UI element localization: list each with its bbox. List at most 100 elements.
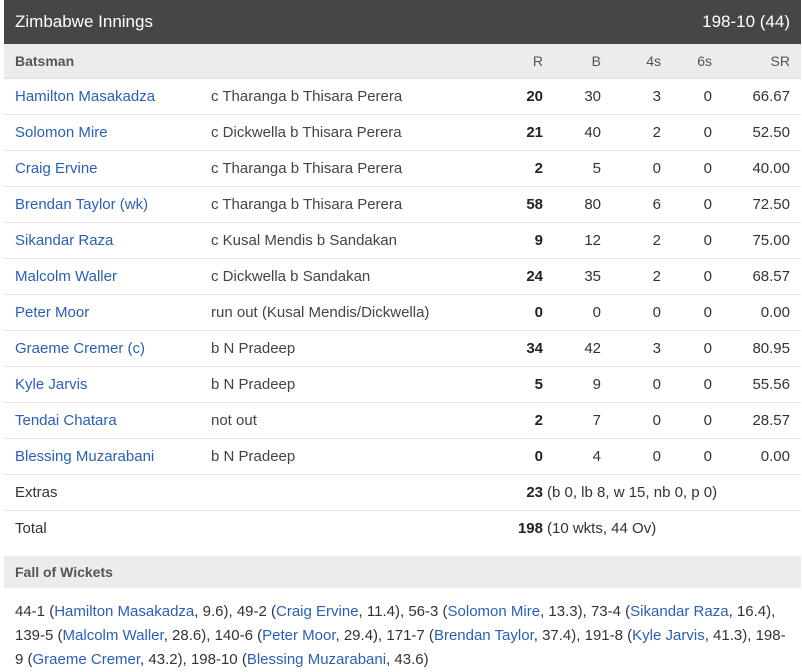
batsman-name-link[interactable]: Graeme Cremer (c) — [15, 340, 145, 357]
strike-rate-value: 40.00 — [752, 160, 790, 177]
dismissal-text: b N Pradeep — [211, 448, 296, 465]
wicket-over: 9.6 — [202, 603, 224, 620]
runs-value: 0 — [534, 448, 543, 465]
batsman-name-cell: Peter Moor — [4, 304, 211, 321]
strike-rate-value: 0.00 — [760, 448, 790, 465]
batsman-name-link[interactable]: Peter Moor — [15, 304, 89, 321]
batsman-name-cell: Brendan Taylor (wk) — [4, 196, 211, 213]
batsman-row: Malcolm Waller c Dickwella b Sandakan 24 35… — [4, 259, 801, 295]
wicket-batsman-link[interactable]: Kyle Jarvis — [632, 627, 705, 644]
sixes-value: 0 — [703, 124, 712, 141]
runs-value: 24 — [526, 268, 543, 285]
runs-value: 21 — [526, 124, 543, 141]
balls-value: 40 — [584, 124, 601, 141]
batsman-name-link[interactable]: Sikandar Raza — [15, 232, 113, 249]
wicket-entry: 56-3 (Solomon Mire, 13.3) — [408, 603, 583, 620]
batsman-name-link[interactable]: Blessing Muzarabani — [15, 448, 154, 465]
wicket-batsman-link[interactable]: Sikandar Raza — [630, 603, 728, 620]
batsman-name-link[interactable]: Solomon Mire — [15, 124, 108, 141]
fours-value: 6 — [652, 196, 661, 213]
batsman-name-cell: Malcolm Waller — [4, 268, 211, 285]
sixes-value: 0 — [703, 88, 712, 105]
balls-value: 30 — [584, 88, 601, 105]
balls-value: 7 — [592, 412, 601, 429]
scorecard: Zimbabwe Innings 198-10 (44) Batsman R B… — [4, 0, 801, 672]
wicket-batsman-link[interactable]: Peter Moor — [262, 627, 335, 644]
runs-value: 5 — [534, 376, 543, 393]
wicket-entry: 139-5 (Malcolm Waller, 28.6) — [15, 627, 207, 644]
strike-rate-value: 72.50 — [752, 196, 790, 213]
batsman-name-link[interactable]: Hamilton Masakadza — [15, 88, 155, 105]
runs-value: 2 — [534, 412, 543, 429]
wicket-batsman-link[interactable]: Brendan Taylor — [434, 627, 534, 644]
wicket-over: 43.6 — [394, 651, 424, 668]
innings-header: Zimbabwe Innings 198-10 (44) — [4, 0, 801, 44]
wicket-score: 171-7 — [386, 627, 425, 644]
batsman-row: Brendan Taylor (wk) c Tharanga b Thisara … — [4, 187, 801, 223]
wicket-entry: 171-7 (Brendan Taylor, 37.4) — [386, 627, 577, 644]
wicket-over: 16.4 — [736, 603, 767, 620]
runs-value: 2 — [534, 160, 543, 177]
wicket-batsman-link[interactable]: Solomon Mire — [448, 603, 541, 620]
balls-value: 9 — [592, 376, 601, 393]
wicket-over: 28.6 — [172, 627, 202, 644]
batsman-row: Sikandar Raza c Kusal Mendis b Sandakan 9 1… — [4, 223, 801, 259]
balls-value: 35 — [584, 268, 601, 285]
total-row: Total 198 (10 wkts, 44 Ov) — [4, 511, 801, 546]
sixes-value: 0 — [703, 304, 712, 321]
fours-value: 3 — [652, 340, 661, 357]
fours-value: 0 — [652, 376, 661, 393]
wicket-score: 49-2 — [236, 603, 267, 620]
batsman-row: Blessing Muzarabani b N Pradeep 0 4 0 0 0.00 — [4, 439, 801, 475]
fall-of-wickets-header: Fall of Wickets — [4, 556, 801, 588]
sixes-value: 0 — [703, 448, 712, 465]
wicket-score: 73-4 — [590, 603, 621, 620]
sixes-value: 0 — [703, 160, 712, 177]
batsman-row: Craig Ervine c Tharanga b Thisara Perera 2… — [4, 151, 801, 187]
wicket-over: 13.3 — [548, 603, 578, 620]
dismissal-text: c Dickwella b Sandakan — [211, 268, 371, 285]
sixes-value: 0 — [703, 412, 712, 429]
wicket-batsman-link[interactable]: Malcolm Waller — [63, 627, 164, 644]
fours-value: 0 — [652, 304, 661, 321]
fours-value: 0 — [652, 412, 661, 429]
batsman-name-cell: Hamilton Masakadza — [4, 88, 211, 105]
wicket-batsman-link[interactable]: Hamilton Masakadza — [54, 603, 194, 620]
wicket-score: 191-8 — [584, 627, 623, 644]
batsman-name-cell: Craig Ervine — [4, 160, 211, 177]
dismissal-text: b N Pradeep — [211, 340, 296, 357]
batsman-name-link[interactable]: Kyle Jarvis — [15, 376, 88, 393]
batsman-name-link[interactable]: Malcolm Waller — [15, 268, 117, 285]
strike-rate-value: 75.00 — [752, 232, 790, 249]
batting-column-headers: Batsman R B 4s 6s SR — [4, 44, 801, 79]
fours-value: 2 — [652, 124, 661, 141]
extras-label: Extras — [15, 484, 58, 501]
sixes-value: 0 — [703, 340, 712, 357]
dismissal-text: c Kusal Mendis b Sandakan — [211, 232, 397, 249]
sixes-value: 0 — [703, 268, 712, 285]
total-detail: (10 wkts, 44 Ov) — [547, 520, 657, 537]
dismissal-text: c Tharanga b Thisara Perera — [211, 196, 403, 213]
strike-rate-value: 66.67 — [752, 88, 790, 105]
wicket-batsman-link[interactable]: Graeme Cremer — [33, 651, 141, 668]
wicket-batsman-link[interactable]: Craig Ervine — [276, 603, 359, 620]
wicket-over: 37.4 — [542, 627, 572, 644]
dismissal-text: b N Pradeep — [211, 376, 296, 393]
innings-score: 198-10 (44) — [702, 12, 790, 31]
batsman-name-link[interactable]: Tendai Chatara — [15, 412, 117, 429]
dismissal-text: c Tharanga b Thisara Perera — [211, 160, 403, 177]
batsman-name-link[interactable]: Brendan Taylor (wk) — [15, 196, 148, 213]
total-value: 198 — [517, 520, 543, 537]
batsman-name-link[interactable]: Craig Ervine — [15, 160, 98, 177]
balls-value: 4 — [592, 448, 601, 465]
balls-value: 5 — [592, 160, 601, 177]
batsman-name-cell: Kyle Jarvis — [4, 376, 211, 393]
wicket-batsman-link[interactable]: Blessing Muzarabani — [247, 651, 386, 668]
runs-value: 58 — [526, 196, 543, 213]
col-runs: R — [532, 53, 543, 69]
wicket-score: 56-3 — [408, 603, 439, 620]
strike-rate-value: 55.56 — [752, 376, 790, 393]
balls-value: 12 — [584, 232, 601, 249]
balls-value: 0 — [592, 304, 601, 321]
batsman-name-cell: Tendai Chatara — [4, 412, 211, 429]
